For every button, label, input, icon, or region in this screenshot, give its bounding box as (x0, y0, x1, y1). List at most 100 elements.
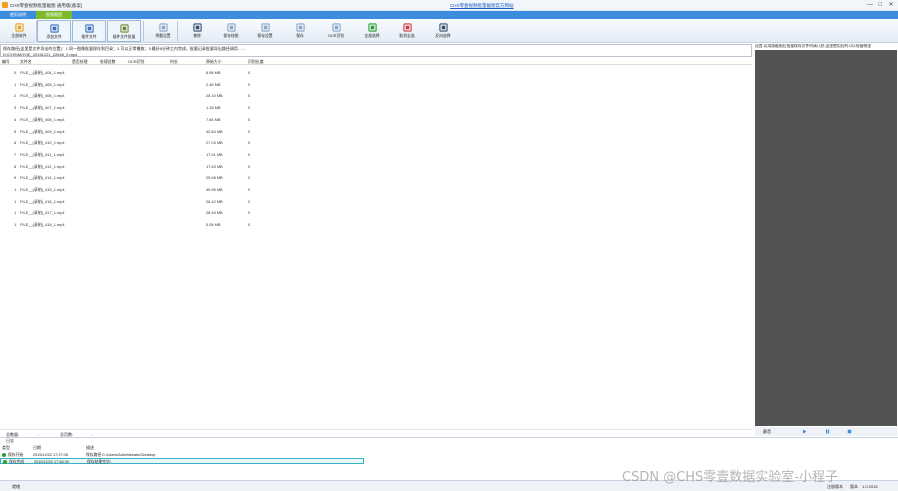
table-cell: 0 (248, 70, 251, 75)
log-row[interactable]: 保存完成 2015/12/22 17:46:39 保存结果完毕! (0, 458, 364, 464)
uncheck-all-button[interactable]: 取消全选 (390, 20, 424, 42)
stop-icon[interactable] (847, 429, 852, 434)
minimize-button[interactable]: — (866, 1, 874, 9)
column-header[interactable]: 处理总数 (100, 59, 116, 65)
save-settings-button[interactable]: 保存设置 (248, 20, 282, 42)
table-row[interactable]: 0 FILE__(录制)_404_1.mp4 8.98 MB 0 (0, 68, 752, 76)
table-cell: 8 (14, 163, 17, 169)
video-preview[interactable] (755, 50, 897, 426)
table-header: 编号 文件名 是否处理 处理总数 OCR识别 时长 原始大小 识别长度 (0, 57, 752, 65)
ribbon-label: 保存快照 (223, 34, 239, 38)
ribbon-label: 插件文件 (81, 35, 97, 39)
table-cell: 42.84 MB (206, 128, 223, 134)
remove-icon (192, 23, 202, 32)
table-cell: 0 (248, 198, 251, 204)
table-row[interactable]: 1 FILE__(录制)_418_1.mp4 5.08 MB 0 (0, 220, 752, 228)
ribbon-label: OCR识别 (327, 34, 345, 38)
table-row[interactable]: 9 FILE__(录制)_414_1.mp4 25.98 MB 0 (0, 173, 752, 181)
table-cell: FILE__(录制)_409_1.mp4 (20, 128, 65, 134)
add-file-icon (49, 24, 59, 33)
table-row[interactable]: 2 FILE__(录制)_406_1.mp4 28.10 MB 0 (0, 91, 752, 99)
ribbon-group-separator (177, 21, 178, 41)
table-cell: 17.63 MB (206, 163, 223, 169)
column-header[interactable]: 文件名 (20, 59, 32, 65)
table-cell: 2 (14, 93, 17, 99)
file-table: 编号 文件名 是否处理 处理总数 OCR识别 时长 原始大小 识别长度 0 FILE__(录制)… (0, 57, 752, 427)
close-button[interactable]: ✕ (887, 1, 895, 9)
maximize-button[interactable]: □ (876, 1, 884, 9)
table-cell: FILE__(录制)_418_1.mp4 (20, 222, 65, 228)
ribbon-group-separator (36, 21, 37, 41)
pause-icon[interactable] (825, 429, 830, 434)
table-cell: FILE__(录制)_414_1.mp4 (20, 175, 65, 181)
table-row[interactable]: 4 FILE__(录制)_408_1.mp4 7.84 MB 0 (0, 115, 752, 123)
table-row[interactable]: 1 FILE__(录制)_415_1.mp4 45.95 MB 0 (0, 185, 752, 193)
table-cell: FILE__(录制)_417_1.mp4 (20, 210, 65, 216)
register-button[interactable]: 注册软件 (2, 20, 36, 42)
log-col-type: 类型 (2, 445, 10, 450)
table-row[interactable]: 1 FILE__(录制)_416_1.mp4 26.42 MB 0 (0, 197, 752, 205)
ribbon-label: 移除 (193, 34, 201, 38)
add-file-button[interactable]: 添加文件 (37, 20, 71, 42)
column-header[interactable]: OCR识别 (128, 59, 144, 65)
table-cell: FILE__(录制)_411_1.mp4 (20, 151, 65, 157)
success-icon (3, 460, 7, 464)
ocr-icon (331, 23, 341, 32)
version-label: 版本 (850, 484, 858, 489)
table-row[interactable]: 1 FILE__(录制)_417_1.mp4 28.49 MB 0 (0, 208, 752, 216)
table-row[interactable]: 7 FILE__(录制)_411_1.mp4 17.01 MB 0 (0, 150, 752, 158)
website-link[interactable]: CHS零壹视频批量截图官方网站 (450, 3, 514, 9)
invert-selection-button[interactable]: 反向选择 (426, 20, 460, 42)
log-date: 2015/12/22 17:46:39 (34, 460, 69, 464)
table-cell: 0 (248, 222, 251, 228)
column-header[interactable]: 识别长度 (248, 59, 264, 65)
ribbon-label: 取消全选 (399, 34, 415, 38)
mute-label[interactable]: 静音 (763, 429, 771, 435)
table-cell: 9 (14, 175, 17, 181)
column-header[interactable]: 是否处理 (72, 59, 88, 65)
table-cell: FILE__(录制)_404_1.mp4 (20, 70, 65, 75)
table-cell: 0 (248, 140, 251, 146)
ribbon-label: 全部选择 (364, 34, 380, 38)
ocr-button[interactable]: OCR识别 (319, 20, 353, 42)
table-cell: 45.95 MB (206, 187, 223, 192)
plugin-batch-button[interactable]: 插件文件批量 (107, 20, 141, 42)
tab-video-capture[interactable]: 视频截图 (36, 11, 72, 19)
remove-button[interactable]: 移除 (180, 20, 214, 42)
table-row[interactable]: 8 FILE__(录制)_412_1.mp4 17.63 MB 0 (0, 162, 752, 170)
version-value: 1.0.2015 (862, 484, 878, 489)
watermark: CSDN @CHS零壹数据实验室-小程子 (622, 470, 838, 485)
capture-settings-button[interactable]: 将截设置 (146, 20, 180, 42)
check-all-button[interactable]: 全部选择 (355, 20, 389, 42)
save-button[interactable]: 保存 (283, 20, 317, 42)
table-cell: 0 (248, 105, 251, 111)
player-controls: 静音 (755, 427, 897, 436)
table-cell: 0 (248, 81, 251, 87)
title-bar: CHS零壹视频批量截图 通用版(备案) CHS零壹视频批量截图官方网站 — □ … (0, 0, 898, 11)
ribbon-label: 添加文件 (46, 35, 62, 39)
ribbon-tabs: 使用说明 视频截图 (0, 11, 898, 19)
table-cell: 26.42 MB (206, 198, 223, 204)
table-row[interactable]: 3 FILE__(录制)_407_1.mp4 1.18 MB 0 (0, 103, 752, 111)
table-cell: 7 (14, 151, 17, 157)
plugin-file-button[interactable]: 插件文件 (72, 20, 106, 42)
tab-usage[interactable]: 使用说明 (0, 11, 36, 19)
column-header[interactable]: 时长 (170, 59, 178, 65)
column-header[interactable]: 原始大小 (206, 59, 222, 65)
table-cell: 1 (14, 210, 17, 216)
save-path-hint: 保存路径(这里是文件导出的位置)：1.同一图像批量保存到目录；2.可以正常播放；… (0, 44, 752, 57)
table-cell: 3 (14, 105, 17, 111)
status-text: 就绪 (12, 484, 20, 489)
table-cell: 28.49 MB (206, 210, 223, 216)
table-row[interactable]: 1 FILE__(录制)_405_1.mp4 2.46 MB 0 (0, 80, 752, 88)
save-snapshot-button[interactable]: 保存快照 (214, 20, 248, 42)
play-icon[interactable] (802, 429, 807, 434)
log-date: 2015/12/22 17:27:06 (33, 453, 68, 457)
log-col-date: 日期 (33, 445, 41, 450)
table-row[interactable]: 5 FILE__(录制)_409_1.mp4 42.84 MB 0 (0, 127, 752, 135)
table-row[interactable]: 6 FILE__(录制)_410_1.mp4 27.03 MB 0 (0, 138, 752, 146)
save-snapshot-icon (226, 23, 236, 32)
column-header[interactable]: 编号 (2, 59, 10, 65)
table-cell: 8.98 MB (206, 70, 221, 75)
save-icon (295, 23, 305, 32)
